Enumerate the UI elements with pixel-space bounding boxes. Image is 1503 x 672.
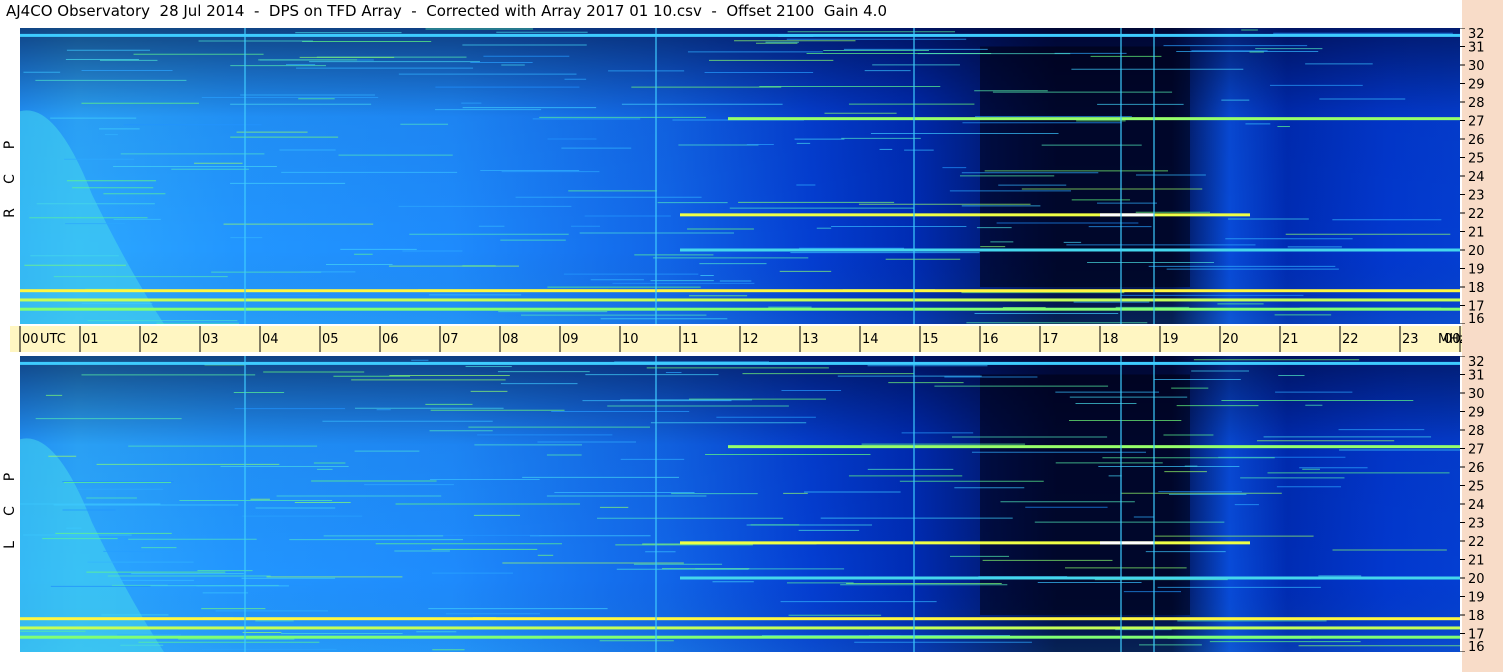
rfi-band bbox=[20, 298, 1460, 302]
frequency-tick-label: 16 bbox=[1468, 640, 1485, 652]
frequency-tick-label: 27 bbox=[1468, 115, 1485, 130]
frequency-tick-label: 16 bbox=[1468, 312, 1485, 324]
frequency-axis-rcp: 32 31 30 29 28 27 26 25 24 23 22 21 20 19 18 17 16 bbox=[1460, 27, 1503, 327]
frequency-tick-label: 31 bbox=[1468, 369, 1485, 384]
frequency-tick-label: 20 bbox=[1468, 244, 1485, 259]
time-tick-label: 21 bbox=[1282, 332, 1299, 347]
rfi-band bbox=[20, 617, 1460, 621]
chart-title: AJ4CO Observatory 28 Jul 2014 - DPS on T… bbox=[6, 2, 887, 20]
rfi-band bbox=[1100, 541, 1154, 545]
frequency-tick-label: 19 bbox=[1468, 263, 1485, 278]
time-tick-label: 11 bbox=[682, 332, 699, 347]
spectrogram-lcp bbox=[20, 356, 1460, 652]
time-unit-label: UTC bbox=[40, 332, 66, 347]
frequency-unit-label: MHz bbox=[1438, 332, 1462, 347]
frequency-tick-label: 29 bbox=[1468, 78, 1485, 93]
rfi-band bbox=[728, 445, 1460, 449]
time-tick-label: 19 bbox=[1162, 332, 1179, 347]
time-axis: 00 01 02 03 04 05 06 07 08 09 10 11 12 13 14 15 16 17 18 19… bbox=[10, 326, 1466, 352]
rfi-band bbox=[680, 541, 1250, 545]
time-tick-label: 13 bbox=[802, 332, 819, 347]
frequency-tick-label: 27 bbox=[1468, 443, 1485, 458]
frequency-axis-lcp-svg: 3231302928272625242322212019181716 bbox=[1460, 355, 1485, 655]
time-tick-label: 00 bbox=[22, 332, 39, 347]
time-tick-label: 07 bbox=[442, 332, 459, 347]
rfi-band bbox=[1100, 213, 1154, 217]
spectrogram-rcp-svg bbox=[20, 28, 1460, 324]
time-tick-label: 02 bbox=[142, 332, 159, 347]
time-tick-label: 01 bbox=[82, 332, 99, 347]
frequency-tick-label: 28 bbox=[1468, 96, 1485, 111]
rfi-band bbox=[680, 576, 1460, 580]
frequency-tick-label: 23 bbox=[1468, 517, 1485, 532]
time-tick-label: 23 bbox=[1402, 332, 1419, 347]
frequency-tick-label: 26 bbox=[1468, 461, 1485, 476]
rfi-band bbox=[20, 33, 1460, 37]
frequency-tick-label: 21 bbox=[1468, 554, 1485, 569]
rfi-band bbox=[20, 361, 1460, 365]
time-tick-label: 06 bbox=[382, 332, 399, 347]
time-axis-svg: 00 01 02 03 04 05 06 07 08 09 10 11 12 13 14 15 16 17 18 19… bbox=[19, 326, 1466, 352]
frequency-tick-label: 19 bbox=[1468, 591, 1485, 606]
time-tick-label: 05 bbox=[322, 332, 339, 347]
polarization-label-lcp: P C L bbox=[2, 460, 18, 562]
rfi-band bbox=[680, 213, 1250, 217]
rfi-band bbox=[20, 626, 1460, 630]
frequency-tick-label: 31 bbox=[1468, 41, 1485, 56]
frequency-tick-label: 24 bbox=[1468, 170, 1485, 185]
frequency-tick-label: 28 bbox=[1468, 424, 1485, 439]
polarization-label-rcp: P C R bbox=[2, 128, 18, 230]
frequency-tick-label: 30 bbox=[1468, 387, 1485, 402]
time-tick-label: 08 bbox=[502, 332, 519, 347]
frequency-tick-label: 26 bbox=[1468, 133, 1485, 148]
time-tick-label: 03 bbox=[202, 332, 219, 347]
spectrogram-rcp bbox=[20, 28, 1460, 324]
rfi-band bbox=[20, 635, 1460, 639]
frequency-tick-label: 20 bbox=[1468, 572, 1485, 587]
time-tick-label: 09 bbox=[562, 332, 579, 347]
time-tick-label: 04 bbox=[262, 332, 279, 347]
frequency-tick-label: 18 bbox=[1468, 609, 1485, 624]
time-tick-label: 12 bbox=[742, 332, 759, 347]
rfi-band bbox=[20, 307, 1460, 311]
frequency-tick-label: 18 bbox=[1468, 281, 1485, 296]
frequency-axis-lcp: 32 31 30 29 28 27 26 25 24 23 22 21 20 19 18 17 16 bbox=[1460, 355, 1503, 655]
frequency-tick-label: 25 bbox=[1468, 480, 1485, 495]
frequency-tick-label: 24 bbox=[1468, 498, 1485, 513]
rfi-band bbox=[680, 248, 1460, 252]
frequency-tick-label: 29 bbox=[1468, 406, 1485, 421]
time-tick-label: 22 bbox=[1342, 332, 1359, 347]
time-tick-label: 17 bbox=[1042, 332, 1059, 347]
time-tick-label: 14 bbox=[862, 332, 879, 347]
rfi-band bbox=[728, 117, 1460, 121]
time-tick-label: 18 bbox=[1102, 332, 1119, 347]
frequency-tick-label: 22 bbox=[1468, 207, 1485, 222]
frequency-tick-label: 22 bbox=[1468, 535, 1485, 550]
time-tick-label: 20 bbox=[1222, 332, 1239, 347]
time-tick-label: 16 bbox=[982, 332, 999, 347]
time-tick-label: 10 bbox=[622, 332, 639, 347]
frequency-axis-rcp-svg: 3231302928272625242322212019181716 bbox=[1460, 27, 1485, 327]
spectrogram-lcp-svg bbox=[20, 356, 1460, 652]
rfi-band bbox=[20, 289, 1460, 293]
time-tick-label: 15 bbox=[922, 332, 939, 347]
frequency-tick-label: 23 bbox=[1468, 189, 1485, 204]
frequency-tick-label: 30 bbox=[1468, 59, 1485, 74]
frequency-tick-label: 25 bbox=[1468, 152, 1485, 167]
frequency-tick-label: 21 bbox=[1468, 226, 1485, 241]
